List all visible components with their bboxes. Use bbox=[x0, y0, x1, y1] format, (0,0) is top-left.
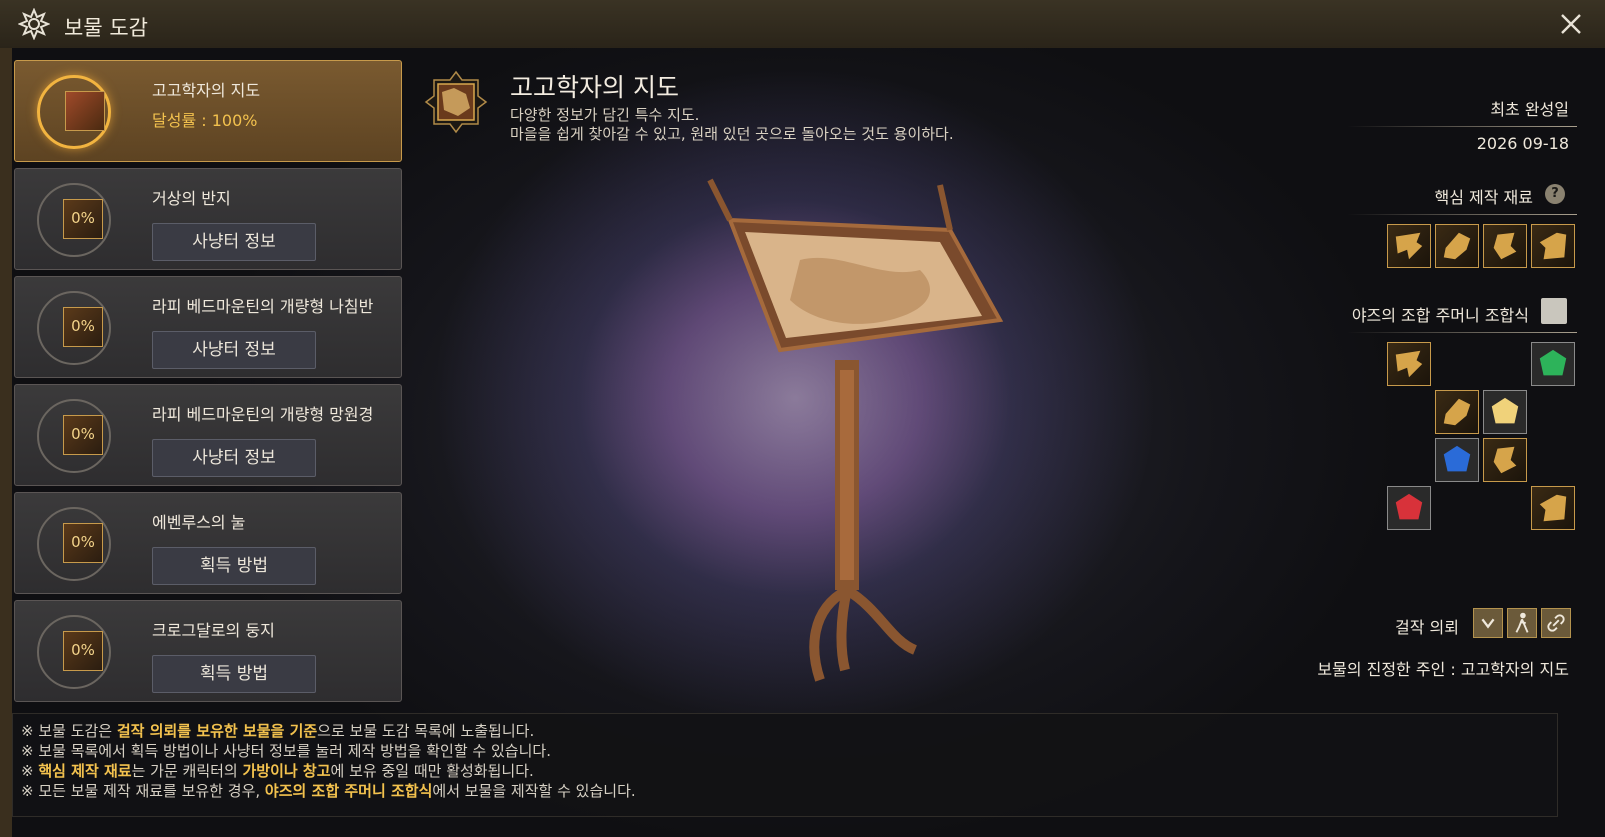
hunting-ground-info-button[interactable]: 사냥터 정보 bbox=[152, 439, 316, 477]
red-gem-icon bbox=[1395, 493, 1423, 520]
map-fragment-icon bbox=[1493, 446, 1517, 474]
recipe-label: 야즈의 조합 주머니 조합식 bbox=[1351, 306, 1529, 325]
description-line: 다양한 정보가 담긴 특수 지도. bbox=[510, 106, 700, 124]
masterpiece-request-label: 걸작 의뢰 bbox=[1395, 618, 1459, 637]
progress-percent: 0% bbox=[71, 317, 95, 335]
divider bbox=[1347, 332, 1577, 333]
list-item[interactable]: 0% 거상의 반지 사냥터 정보 bbox=[14, 168, 402, 270]
list-item[interactable]: 0% 에벤루스의 눌 획득 방법 bbox=[14, 492, 402, 594]
link-icon bbox=[1547, 614, 1565, 632]
map-fragment-icon bbox=[1539, 494, 1567, 522]
close-icon[interactable] bbox=[1557, 10, 1585, 38]
walking-person-icon bbox=[1515, 612, 1529, 633]
codex-emblem-icon bbox=[18, 8, 50, 40]
item-name: 고고학자의 지도 bbox=[152, 81, 261, 100]
core-material-slot[interactable] bbox=[1483, 224, 1527, 268]
title-bar: 보물 도감 bbox=[0, 0, 1605, 49]
treasure-owner-text: 보물의 진정한 주인 : 고고학자의 지도 bbox=[1317, 660, 1569, 679]
note-line: ※ 보물 목록에서 획득 방법이나 사냥터 정보를 눌러 제작 방법을 확인할 … bbox=[21, 742, 551, 760]
chevron-down-icon bbox=[1481, 618, 1495, 629]
acquisition-method-button[interactable]: 획득 방법 bbox=[152, 655, 316, 693]
yellow-gem-icon bbox=[1491, 397, 1519, 424]
treasure-icon-frame bbox=[424, 70, 488, 134]
help-icon[interactable]: ? bbox=[1545, 184, 1565, 204]
map-lectern-illustration bbox=[707, 178, 1004, 682]
recipe-slot[interactable] bbox=[1531, 486, 1575, 530]
item-name: 라피 베드마운틴의 개량형 망원경 bbox=[152, 405, 374, 424]
treasure-codex-window: 보물 도감 고고학자의 지도 달성률 : 100% 0% 거상의 반지 사냥터 … bbox=[0, 0, 1605, 837]
recipe-slot[interactable] bbox=[1531, 342, 1575, 386]
progress-percent: 0% bbox=[71, 641, 95, 659]
map-fragment-icon bbox=[1443, 232, 1471, 260]
list-item[interactable]: 0% 크로그달로의 둥지 획득 방법 bbox=[14, 600, 402, 702]
first-completed-label: 최초 완성일 bbox=[1490, 100, 1569, 119]
recipe-slot[interactable] bbox=[1435, 438, 1479, 482]
core-material-slot[interactable] bbox=[1387, 224, 1431, 268]
recipe-slot[interactable] bbox=[1435, 390, 1479, 434]
progress-percent: 0% bbox=[71, 209, 95, 227]
list-item[interactable]: 고고학자의 지도 달성률 : 100% bbox=[14, 60, 402, 162]
progress-percent: 0% bbox=[71, 425, 95, 443]
hunting-ground-info-button[interactable]: 사냥터 정보 bbox=[152, 223, 316, 261]
map-fragment-icon bbox=[1493, 232, 1517, 260]
core-materials-label: 핵심 제작 재료 bbox=[1434, 188, 1534, 207]
core-material-slot[interactable] bbox=[1531, 224, 1575, 268]
recipe-slot[interactable] bbox=[1387, 486, 1431, 530]
recipe-slot[interactable] bbox=[1387, 342, 1431, 386]
note-line: ※ 모든 보물 제작 재료를 보유한 경우, 야즈의 조합 주머니 조합식에서 … bbox=[21, 782, 636, 800]
window-title: 보물 도감 bbox=[64, 16, 148, 40]
list-item[interactable]: 0% 라피 베드마운틴의 개량형 망원경 사냥터 정보 bbox=[14, 384, 402, 486]
map-fragment-icon bbox=[1539, 232, 1567, 260]
list-item[interactable]: 0% 라피 베드마운틴의 개량형 나침반 사냥터 정보 bbox=[14, 276, 402, 378]
item-name: 크로그달로의 둥지 bbox=[152, 621, 275, 640]
recipe-slot[interactable] bbox=[1483, 390, 1527, 434]
notes-panel: ※ 보물 도감은 걸작 의뢰를 보유한 보물을 기준으로 보물 도감 목록에 노… bbox=[12, 713, 1558, 817]
navigate-button[interactable] bbox=[1507, 608, 1537, 638]
detail-title: 고고학자의 지도 bbox=[510, 73, 679, 102]
first-completed-date: 2026 09-18 bbox=[1476, 134, 1569, 153]
link-button[interactable] bbox=[1541, 608, 1571, 638]
map-fragment-icon bbox=[1395, 232, 1423, 260]
recipe-slot[interactable] bbox=[1483, 438, 1527, 482]
item-name: 에벤루스의 눌 bbox=[152, 513, 246, 532]
progress-percent: 0% bbox=[71, 533, 95, 551]
chevron-down-button[interactable] bbox=[1473, 608, 1503, 638]
note-line: ※ 핵심 제작 재료는 가문 캐릭터의 가방이나 창고에 보유 중일 때만 활성… bbox=[21, 762, 534, 780]
acquisition-method-button[interactable]: 획득 방법 bbox=[152, 547, 316, 585]
achievement-rate: 달성률 : 100% bbox=[152, 111, 258, 130]
core-material-slot[interactable] bbox=[1435, 224, 1479, 268]
treasure-map-thumbnail bbox=[65, 91, 105, 131]
blue-gem-icon bbox=[1443, 445, 1471, 472]
item-name: 거상의 반지 bbox=[152, 189, 231, 208]
description-line: 마을을 쉽게 찾아갈 수 있고, 원래 있던 곳으로 돌아오는 것도 용이하다. bbox=[510, 125, 954, 143]
divider bbox=[1347, 126, 1577, 127]
map-fragment-icon bbox=[1443, 398, 1471, 426]
divider bbox=[1347, 214, 1577, 215]
grid-icon[interactable] bbox=[1541, 298, 1567, 324]
note-line: ※ 보물 도감은 걸작 의뢰를 보유한 보물을 기준으로 보물 도감 목록에 노… bbox=[21, 722, 535, 740]
left-edge-decoration bbox=[0, 48, 12, 837]
detail-description: 다양한 정보가 담긴 특수 지도. 마을을 쉽게 찾아갈 수 있고, 원래 있던… bbox=[510, 106, 1030, 144]
map-fragment-icon bbox=[1395, 350, 1423, 378]
green-gem-icon bbox=[1539, 349, 1567, 376]
hunting-ground-info-button[interactable]: 사냥터 정보 bbox=[152, 331, 316, 369]
item-name: 라피 베드마운틴의 개량형 나침반 bbox=[152, 297, 374, 316]
